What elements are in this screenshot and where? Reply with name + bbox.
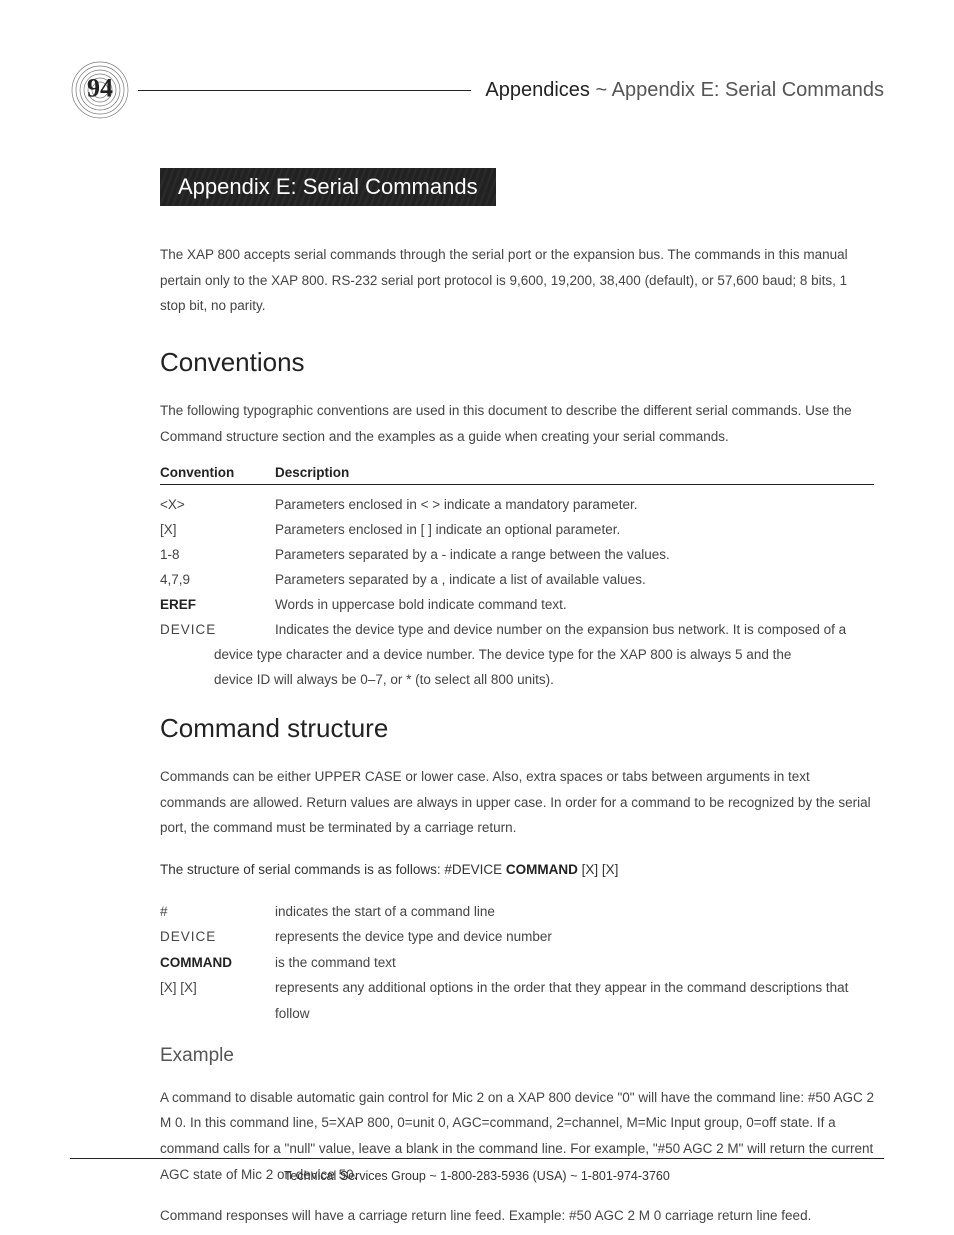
command-structure-format: The structure of serial commands is as f… — [160, 857, 874, 883]
table-row: COMMAND is the command text — [160, 950, 874, 976]
table-row-continuation: device type character and a device numbe… — [160, 643, 874, 668]
header-title: Appendices ~ Appendix E: Serial Commands — [485, 79, 884, 102]
table-row: [X] [X] represents any additional option… — [160, 975, 874, 1026]
page-header: 94 Appendices ~ Appendix E: Serial Comma… — [70, 60, 884, 120]
table-row: DEVICE represents the device type and de… — [160, 924, 874, 950]
page-number: 94 — [87, 74, 113, 104]
table-row: [X] Parameters enclosed in [ ] indicate … — [160, 518, 874, 543]
main-content: The XAP 800 accepts serial commands thro… — [160, 242, 874, 1229]
command-structure-heading: Command structure — [160, 713, 874, 744]
command-structure-intro: Commands can be either UPPER CASE or low… — [160, 764, 874, 841]
table-row: DEVICE Indicates the device type and dev… — [160, 618, 874, 643]
header-rule — [138, 90, 471, 91]
section-banner: Appendix E: Serial Commands — [160, 168, 496, 206]
intro-paragraph: The XAP 800 accepts serial commands thro… — [160, 242, 874, 319]
page-number-badge: 94 — [70, 60, 130, 120]
structure-table: # indicates the start of a command line … — [160, 899, 874, 1027]
conventions-table: Convention Description <X> Parameters en… — [160, 465, 874, 693]
table-row: EREF Words in uppercase bold indicate co… — [160, 593, 874, 618]
page-footer: Technical Services Group ~ 1-800-283-593… — [70, 1158, 884, 1183]
table-row: <X> Parameters enclosed in < > indicate … — [160, 493, 874, 518]
example-heading: Example — [160, 1045, 874, 1067]
table-row: 1-8 Parameters separated by a - indicate… — [160, 543, 874, 568]
table-row: # indicates the start of a command line — [160, 899, 874, 925]
conventions-heading: Conventions — [160, 347, 874, 378]
table-row: 4,7,9 Parameters separated by a , indica… — [160, 568, 874, 593]
table-header: Convention Description — [160, 465, 874, 485]
example-paragraph-2: Command responses will have a carriage r… — [160, 1203, 874, 1229]
table-row-continuation: device ID will always be 0–7, or * (to s… — [160, 668, 874, 693]
conventions-intro: The following typographic conventions ar… — [160, 398, 874, 449]
